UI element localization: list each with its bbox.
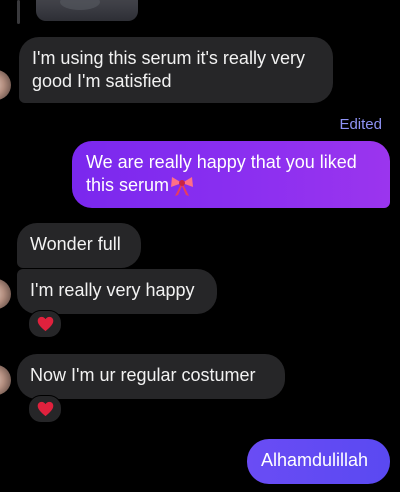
reply-thread-line xyxy=(17,0,20,24)
shared-photo-thumbnail[interactable] xyxy=(36,0,138,21)
message-text: Now I'm ur regular costumer xyxy=(30,365,256,385)
incoming-message-bubble[interactable]: Now I'm ur regular costumer xyxy=(17,354,285,399)
incoming-message-bubble[interactable]: I'm really very happy xyxy=(17,269,217,314)
message-text-line: good I'm satisfied xyxy=(32,71,172,91)
message-text-line: I'm using this serum it's really very xyxy=(32,48,305,68)
message-text: I'm really very happy xyxy=(30,280,195,300)
message-text-line: We are really happy that you liked xyxy=(86,152,357,172)
incoming-message-bubble[interactable]: I'm using this serum it's really very go… xyxy=(19,37,333,103)
red-heart-icon xyxy=(37,316,54,332)
red-heart-icon xyxy=(37,401,54,417)
message-reaction[interactable] xyxy=(28,395,62,423)
message-reaction[interactable] xyxy=(28,310,62,338)
ribbon-icon xyxy=(170,175,194,197)
outgoing-message-bubble[interactable]: We are really happy that you liked this … xyxy=(72,141,390,208)
incoming-message-bubble[interactable]: Wonder full xyxy=(17,223,141,268)
outgoing-message-bubble[interactable]: Alhamdulillah xyxy=(247,439,390,484)
edited-label[interactable]: Edited xyxy=(339,116,382,134)
sender-avatar[interactable] xyxy=(0,70,11,100)
sender-avatar[interactable] xyxy=(0,365,11,395)
message-text-line: this serum xyxy=(86,175,170,195)
message-text: Wonder full xyxy=(30,234,121,254)
message-text: Alhamdulillah xyxy=(261,450,369,470)
sender-avatar[interactable] xyxy=(0,279,11,309)
